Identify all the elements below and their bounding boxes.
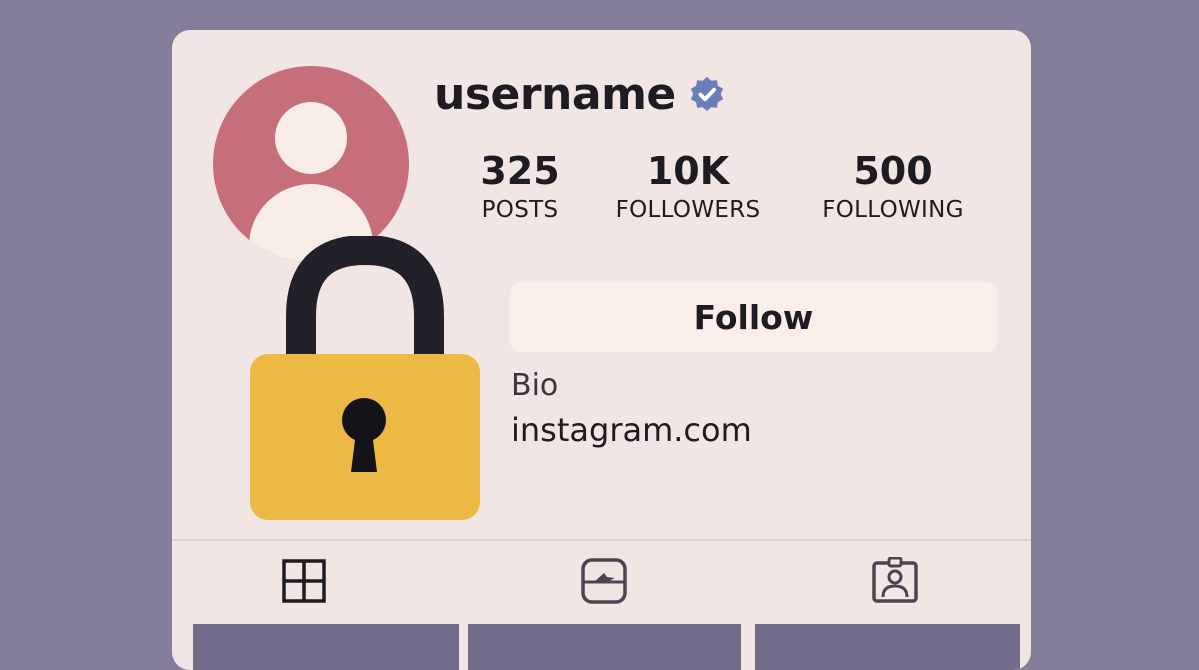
posts-label: POSTS <box>481 197 559 223</box>
tagged-icon[interactable] <box>871 557 919 605</box>
following-count: 500 <box>853 149 933 193</box>
post-thumbnail[interactable] <box>755 624 1020 670</box>
stat-followers[interactable]: 10K FOLLOWERS <box>604 148 772 226</box>
post-thumbnail[interactable] <box>468 624 741 670</box>
bio-link[interactable]: instagram.com <box>511 411 752 449</box>
followers-label: FOLLOWERS <box>615 197 761 223</box>
verified-badge-icon <box>690 76 723 112</box>
tabs-divider <box>172 539 1031 541</box>
profile-card: username 325 POSTS 10K FOLLOWERS 500 FOL… <box>172 30 1031 670</box>
followers-count: 10K <box>646 149 730 193</box>
following-label: FOLLOWING <box>822 197 964 223</box>
post-thumbnail[interactable] <box>193 624 459 670</box>
posts-count: 325 <box>480 149 560 193</box>
stat-posts[interactable]: 325 POSTS <box>464 148 576 226</box>
reels-icon[interactable] <box>580 557 628 605</box>
username-row: username <box>434 64 726 124</box>
username: username <box>434 68 676 120</box>
grid-icon[interactable] <box>280 557 328 605</box>
stat-following[interactable]: 500 FOLLOWING <box>812 148 974 226</box>
follow-button[interactable]: Follow <box>510 282 997 352</box>
bio-text: Bio <box>511 368 559 403</box>
avatar[interactable] <box>213 66 409 262</box>
padlock-icon <box>250 236 480 520</box>
